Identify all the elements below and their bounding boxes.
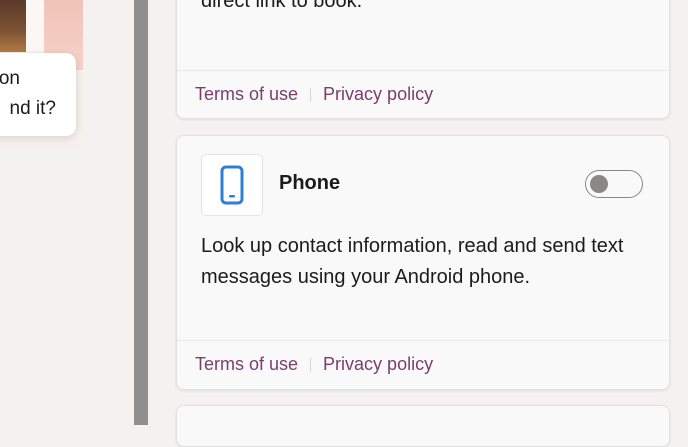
left-panel: on nd it? (0, 0, 134, 425)
footer-separator (310, 87, 312, 102)
toggle-knob (590, 175, 608, 193)
privacy-policy-link[interactable]: Privacy policy (323, 354, 433, 375)
image-gap (26, 0, 44, 52)
terms-of-use-link[interactable]: Terms of use (195, 84, 298, 105)
privacy-policy-link[interactable]: Privacy policy (323, 84, 433, 105)
plugin-title: Phone (279, 172, 341, 194)
chat-bubble: on nd it? (0, 53, 76, 136)
plugin-card-next (176, 405, 670, 447)
plugin-description: Look up contact information, read and se… (201, 235, 624, 288)
phone-icon (201, 154, 263, 216)
card-divider (177, 340, 669, 341)
panel-divider[interactable] (134, 0, 148, 425)
plugins-list: direct link to book. Terms of use Privac… (148, 0, 688, 447)
left-content: on nd it? (0, 0, 83, 150)
card-footer: Terms of use Privacy policy (195, 354, 433, 375)
card-divider (177, 70, 669, 71)
plugin-card-phone: Phone Look up contact information, read … (176, 135, 670, 390)
bubble-text-line-2: nd it? (9, 98, 56, 119)
terms-of-use-link[interactable]: Terms of use (195, 354, 298, 375)
phone-icon-svg (220, 165, 244, 205)
plugin-card-previous: direct link to book. Terms of use Privac… (176, 0, 670, 119)
card-footer: Terms of use Privacy policy (195, 84, 433, 105)
image-thumbnail (0, 0, 26, 52)
bubble-text-line-1: on (0, 68, 20, 89)
phone-toggle[interactable] (585, 170, 643, 198)
footer-separator (310, 357, 312, 372)
plugin-description: direct link to book. (201, 0, 363, 12)
